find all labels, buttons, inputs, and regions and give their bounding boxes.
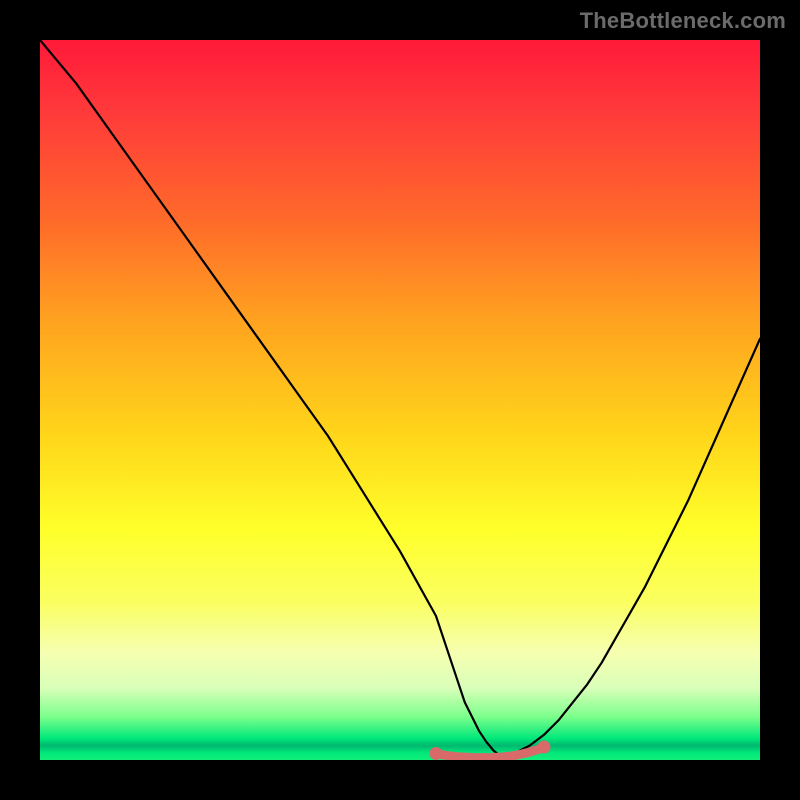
- series-left-branch: [40, 40, 501, 756]
- series-right-branch: [501, 339, 760, 757]
- curve-layer: [40, 40, 760, 760]
- marker: [538, 741, 551, 754]
- marker: [430, 747, 443, 760]
- watermark-label: TheBottleneck.com: [580, 8, 786, 34]
- plot-area: [40, 40, 760, 760]
- chart-stage: TheBottleneck.com: [0, 0, 800, 800]
- valley-connector: [436, 747, 544, 758]
